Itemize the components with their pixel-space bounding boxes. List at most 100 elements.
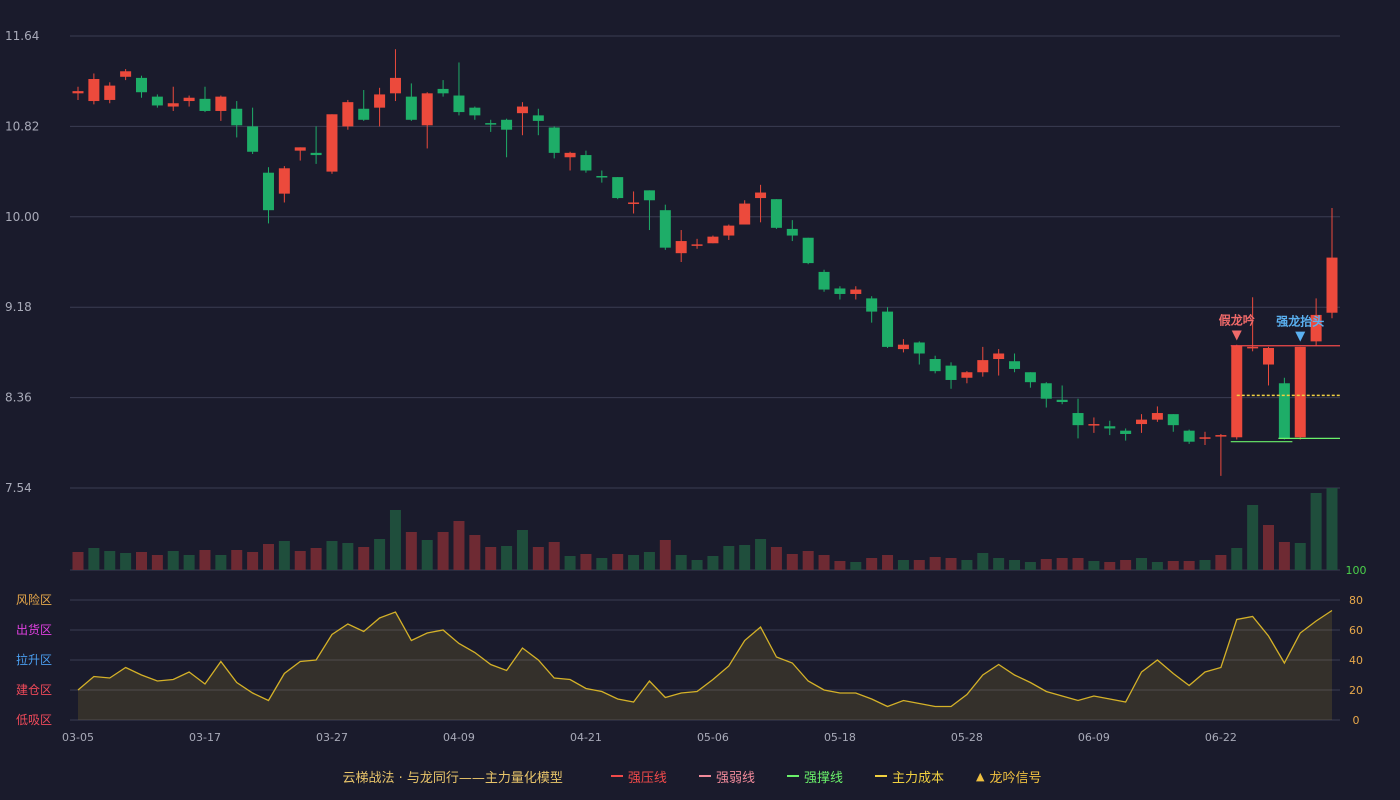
candle-body <box>786 228 798 236</box>
volume-bar <box>993 558 1005 570</box>
stock-chart: 11.64 10.82 10.00 9.18 8.36 7.54 100 80 60 40 20 0 风… <box>5 29 1367 744</box>
volume-bar <box>310 548 322 570</box>
price-tick-label: 10.82 <box>5 119 39 133</box>
volume-bar <box>977 553 989 570</box>
candle-body <box>183 97 195 102</box>
signal-arrow-icon <box>1295 331 1306 342</box>
candle-body <box>1072 413 1084 426</box>
volume-bar <box>913 560 925 570</box>
volume-bar <box>786 554 798 570</box>
volume-bar <box>643 552 655 570</box>
x-tick-label: 06-22 <box>1205 731 1237 744</box>
candle-body <box>72 91 84 94</box>
candle-body <box>1167 414 1179 426</box>
candle-body <box>1056 399 1068 403</box>
candle-body <box>802 237 814 264</box>
x-tick-label: 03-17 <box>189 731 221 744</box>
volume-bar <box>516 530 528 570</box>
volume-bar <box>437 532 449 570</box>
candle-body <box>913 342 925 354</box>
legend-swatch <box>786 775 799 777</box>
oscillator-area <box>78 610 1332 720</box>
candle-body <box>1278 383 1290 439</box>
candle-body <box>437 88 449 94</box>
x-tick-label: 06-09 <box>1078 731 1110 744</box>
candle-body <box>818 271 830 290</box>
volume-bar <box>850 562 862 570</box>
volume-bar <box>1088 561 1100 570</box>
candle-body <box>151 96 163 106</box>
volume-bar <box>247 552 259 570</box>
candle-body <box>1231 345 1243 438</box>
signal-label: 强龙抬头 <box>1276 314 1324 329</box>
signal-arrow-icon <box>1231 330 1242 341</box>
candle-body <box>977 360 989 373</box>
candle-body <box>326 114 338 172</box>
candle-body <box>993 353 1005 360</box>
volume-bar <box>358 547 370 570</box>
candle-body <box>1183 430 1195 442</box>
candle-body <box>770 199 782 228</box>
volume-bar <box>945 558 957 570</box>
volume-bar <box>1167 561 1179 570</box>
candle-body <box>231 108 243 126</box>
triangle-icon: ▲ <box>975 769 985 783</box>
oscillator-tick-label: 40 <box>1349 654 1363 667</box>
volume-bar <box>1024 562 1036 570</box>
legend-item-dragon-signal[interactable]: ▲ 龙吟信号 <box>976 767 1041 786</box>
candle-body <box>532 115 544 121</box>
zone-label: 建仓区 <box>16 683 52 697</box>
candle-body <box>262 172 274 211</box>
candle-body <box>564 152 576 158</box>
candle-body <box>374 94 386 108</box>
volume-bar <box>294 551 306 570</box>
volume-bar <box>342 543 354 570</box>
volume-bar <box>834 561 846 570</box>
candle-body <box>1024 372 1036 383</box>
legend-item-strength-line[interactable]: 强弱线 <box>698 767 755 786</box>
candle-body <box>1263 347 1275 365</box>
volume-bar <box>485 547 497 570</box>
volume-bar <box>135 552 147 570</box>
candle-body <box>580 155 592 171</box>
candle-body <box>691 244 703 246</box>
volume-bar <box>882 555 894 570</box>
candle-body <box>866 298 878 312</box>
candle-body <box>358 108 370 120</box>
volume-bar <box>88 548 100 570</box>
signal-label: 假龙吟 <box>1219 312 1255 327</box>
candle-body <box>1294 346 1306 438</box>
volume-bar <box>548 542 560 570</box>
oscillator-tick-label: 60 <box>1349 624 1363 637</box>
volume-bar <box>1294 543 1306 570</box>
volume-bar <box>532 547 544 570</box>
price-tick-label: 11.64 <box>5 29 39 43</box>
legend-item-strong-support[interactable]: 强撑线 <box>786 767 843 786</box>
zone-label: 低吸区 <box>16 713 52 727</box>
volume-bar <box>1040 559 1052 570</box>
volume-bar <box>72 552 84 570</box>
legend-item-main-cost[interactable]: 主力成本 <box>874 767 944 786</box>
legend-item-strong-pressure[interactable]: 强压线 <box>610 767 667 786</box>
candle-body <box>612 177 624 199</box>
legend-swatch <box>874 775 887 777</box>
volume-bar <box>1151 562 1163 570</box>
volume-bar <box>1009 560 1021 570</box>
candle-body <box>548 127 560 153</box>
volume-bar <box>104 551 116 570</box>
candle-body <box>882 311 894 347</box>
volume-bar <box>1263 525 1275 570</box>
volume-bar <box>453 521 465 570</box>
chart-legend: 云梯战法 · 与龙同行——主力量化模型 强压线 强弱线 强撑线 主力成本 ▲ 龙… <box>0 766 1400 786</box>
candle-body <box>215 96 227 111</box>
price-tick-label: 8.36 <box>5 391 32 405</box>
volume-bar <box>231 550 243 570</box>
candle-body <box>501 119 513 130</box>
candle-body <box>1136 419 1148 425</box>
candle-body <box>485 123 497 125</box>
legend-swatch <box>610 775 623 777</box>
volume-bar <box>215 555 227 570</box>
oscillator-tick-label: 100 <box>1346 564 1367 577</box>
volume-bar <box>675 555 687 570</box>
price-tick-label: 9.18 <box>5 300 32 314</box>
